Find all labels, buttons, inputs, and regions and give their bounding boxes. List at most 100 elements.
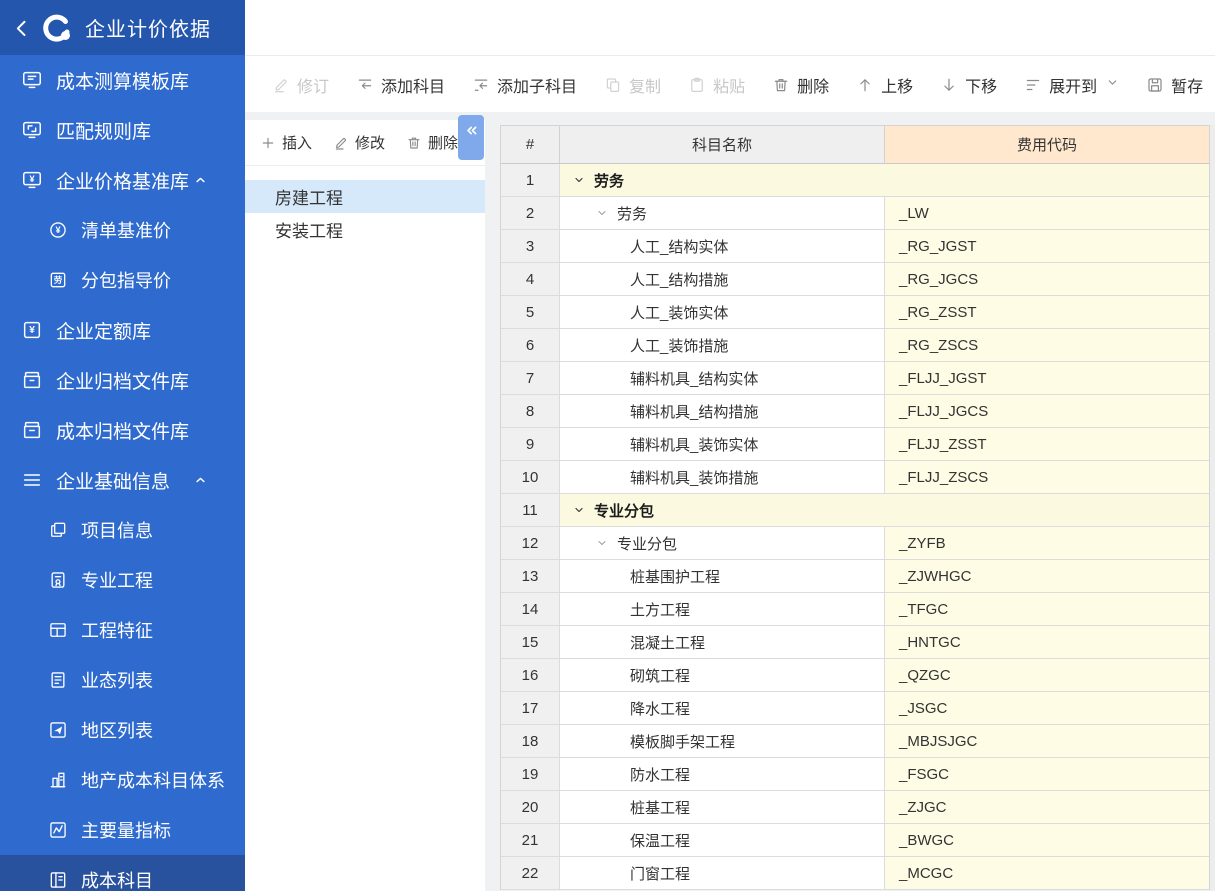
table-row[interactable]: 13桩基围护工程_ZJWHGC: [501, 560, 1209, 593]
table-row[interactable]: 9辅料机具_装饰实体_FLJJ_ZSST: [501, 428, 1209, 461]
sidebar-item-企业基础信息[interactable]: 企业基础信息: [0, 455, 245, 505]
fee-code-cell[interactable]: _LW: [885, 197, 1209, 230]
toolbar-button-复制[interactable]: 复制: [604, 73, 661, 97]
table-row[interactable]: 8辅料机具_结构措施_FLJJ_JGCS: [501, 395, 1209, 428]
sidebar-item-成本测算模板库[interactable]: 成本测算模板库: [0, 55, 245, 105]
subject-group-cell[interactable]: 劳务: [560, 164, 1209, 197]
fee-code-cell[interactable]: _TFGC: [885, 593, 1209, 626]
subject-name-cell[interactable]: 混凝土工程: [560, 626, 885, 659]
table-row[interactable]: 7辅料机具_结构实体_FLJJ_JGST: [501, 362, 1209, 395]
table-row[interactable]: 5人工_装饰实体_RG_ZSST: [501, 296, 1209, 329]
column-header-fee-code[interactable]: 费用代码: [885, 126, 1209, 164]
fee-code-cell[interactable]: _FLJJ_ZSCS: [885, 461, 1209, 494]
table-row[interactable]: 19防水工程_FSGC: [501, 758, 1209, 791]
sidebar-item-地产成本科目体系[interactable]: 地产成本科目体系: [0, 755, 245, 805]
tree-toolbar-button-删除[interactable]: 删除: [406, 132, 458, 153]
subject-name-cell[interactable]: 土方工程: [560, 593, 885, 626]
fee-code-cell[interactable]: _FLJJ_ZSST: [885, 428, 1209, 461]
dropdown-caret[interactable]: [1106, 76, 1119, 94]
sidebar-item-地区列表[interactable]: 地区列表: [0, 705, 245, 755]
sidebar-item-项目信息[interactable]: 项目信息: [0, 505, 245, 555]
fee-code-cell[interactable]: _MCGC: [885, 857, 1209, 890]
fee-code-cell[interactable]: _HNTGC: [885, 626, 1209, 659]
expand-caret[interactable]: [193, 173, 221, 188]
table-row[interactable]: 6人工_装饰措施_RG_ZSCS: [501, 329, 1209, 362]
table-row[interactable]: 14土方工程_TFGC: [501, 593, 1209, 626]
subject-group-cell[interactable]: 专业分包: [560, 494, 1209, 527]
fee-code-cell[interactable]: _FLJJ_JGST: [885, 362, 1209, 395]
subject-name-cell[interactable]: 人工_结构实体: [560, 230, 885, 263]
sidebar-item-主要量指标[interactable]: 主要量指标: [0, 805, 245, 855]
toolbar-button-修订[interactable]: 修订: [272, 73, 329, 97]
table-row[interactable]: 3人工_结构实体_RG_JGST: [501, 230, 1209, 263]
fee-code-cell[interactable]: _QZGC: [885, 659, 1209, 692]
fee-code-cell[interactable]: _ZJWHGC: [885, 560, 1209, 593]
sidebar-item-业态列表[interactable]: 业态列表: [0, 655, 245, 705]
sidebar-item-匹配规则库[interactable]: 匹配规则库: [0, 105, 245, 155]
subject-name-cell[interactable]: 辅料机具_装饰措施: [560, 461, 885, 494]
sidebar-item-成本科目[interactable]: 成本科目: [0, 855, 245, 891]
subject-name-cell[interactable]: 辅料机具_结构实体: [560, 362, 885, 395]
toolbar-button-下移[interactable]: 下移: [940, 73, 997, 97]
fee-code-cell[interactable]: _RG_ZSCS: [885, 329, 1209, 362]
table-row[interactable]: 1劳务: [501, 164, 1209, 197]
vertical-scrollbar[interactable]: [1210, 125, 1215, 891]
fee-code-cell[interactable]: _BWGC: [885, 824, 1209, 857]
table-row[interactable]: 2劳务_LW: [501, 197, 1209, 230]
fee-code-cell[interactable]: _ZYFB: [885, 527, 1209, 560]
table-row[interactable]: 4人工_结构措施_RG_JGCS: [501, 263, 1209, 296]
column-header-subject-name[interactable]: 科目名称: [560, 126, 885, 164]
table-row[interactable]: 11专业分包: [501, 494, 1209, 527]
fee-code-cell[interactable]: _FSGC: [885, 758, 1209, 791]
toolbar-button-删除[interactable]: 删除: [772, 73, 829, 97]
sidebar-item-分包指导价[interactable]: 劳分包指导价: [0, 255, 245, 305]
subject-name-cell[interactable]: 辅料机具_结构措施: [560, 395, 885, 428]
fee-code-cell[interactable]: _RG_JGCS: [885, 263, 1209, 296]
sidebar-item-企业价格基准库[interactable]: ¥企业价格基准库: [0, 155, 245, 205]
subject-name-cell[interactable]: 门窗工程: [560, 857, 885, 890]
sidebar-item-专业工程[interactable]: 专业工程: [0, 555, 245, 605]
subject-name-cell[interactable]: 人工_装饰措施: [560, 329, 885, 362]
table-row[interactable]: 21保温工程_BWGC: [501, 824, 1209, 857]
table-row[interactable]: 16砌筑工程_QZGC: [501, 659, 1209, 692]
tree-toolbar-button-插入[interactable]: 插入: [260, 132, 312, 153]
table-row[interactable]: 15混凝土工程_HNTGC: [501, 626, 1209, 659]
table-row[interactable]: 12专业分包_ZYFB: [501, 527, 1209, 560]
subject-name-cell[interactable]: 人工_装饰实体: [560, 296, 885, 329]
subject-name-cell[interactable]: 防水工程: [560, 758, 885, 791]
sidebar-item-企业归档文件库[interactable]: 企业归档文件库: [0, 355, 245, 405]
back-button[interactable]: [12, 18, 32, 38]
subject-name-cell[interactable]: 专业分包: [560, 527, 885, 560]
toolbar-button-暂存[interactable]: 暂存: [1146, 73, 1203, 97]
toolbar-button-添加科目[interactable]: 添加科目: [356, 73, 445, 97]
fee-code-cell[interactable]: _FLJJ_JGCS: [885, 395, 1209, 428]
subject-name-cell[interactable]: 人工_结构措施: [560, 263, 885, 296]
expand-caret[interactable]: [193, 473, 221, 488]
sidebar-item-清单基准价[interactable]: ¥清单基准价: [0, 205, 245, 255]
subject-name-cell[interactable]: 桩基工程: [560, 791, 885, 824]
fee-code-cell[interactable]: _RG_JGST: [885, 230, 1209, 263]
toolbar-button-添加子科目[interactable]: 添加子科目: [472, 73, 577, 97]
toolbar-button-上移[interactable]: 上移: [856, 73, 913, 97]
table-row[interactable]: 10辅料机具_装饰措施_FLJJ_ZSCS: [501, 461, 1209, 494]
toolbar-button-展开到[interactable]: 展开到: [1024, 73, 1119, 97]
subject-name-cell[interactable]: 桩基围护工程: [560, 560, 885, 593]
table-row[interactable]: 18模板脚手架工程_MBJSJGC: [501, 725, 1209, 758]
table-row[interactable]: 17降水工程_JSGC: [501, 692, 1209, 725]
column-header-index[interactable]: #: [501, 126, 560, 164]
collapse-panel-button[interactable]: [458, 115, 484, 160]
fee-code-cell[interactable]: _ZJGC: [885, 791, 1209, 824]
subject-name-cell[interactable]: 降水工程: [560, 692, 885, 725]
table-row[interactable]: 20桩基工程_ZJGC: [501, 791, 1209, 824]
sidebar-item-成本归档文件库[interactable]: 成本归档文件库: [0, 405, 245, 455]
tree-item-安装工程[interactable]: 安装工程: [245, 213, 485, 246]
sidebar-item-企业定额库[interactable]: ¥企业定额库: [0, 305, 245, 355]
subject-name-cell[interactable]: 砌筑工程: [560, 659, 885, 692]
tree-toolbar-button-修改[interactable]: 修改: [333, 132, 385, 153]
toolbar-button-粘贴[interactable]: 粘贴: [688, 73, 745, 97]
subject-name-cell[interactable]: 模板脚手架工程: [560, 725, 885, 758]
fee-code-cell[interactable]: _MBJSJGC: [885, 725, 1209, 758]
subject-name-cell[interactable]: 劳务: [560, 197, 885, 230]
tree-item-房建工程[interactable]: 房建工程: [245, 180, 485, 213]
subject-name-cell[interactable]: 保温工程: [560, 824, 885, 857]
